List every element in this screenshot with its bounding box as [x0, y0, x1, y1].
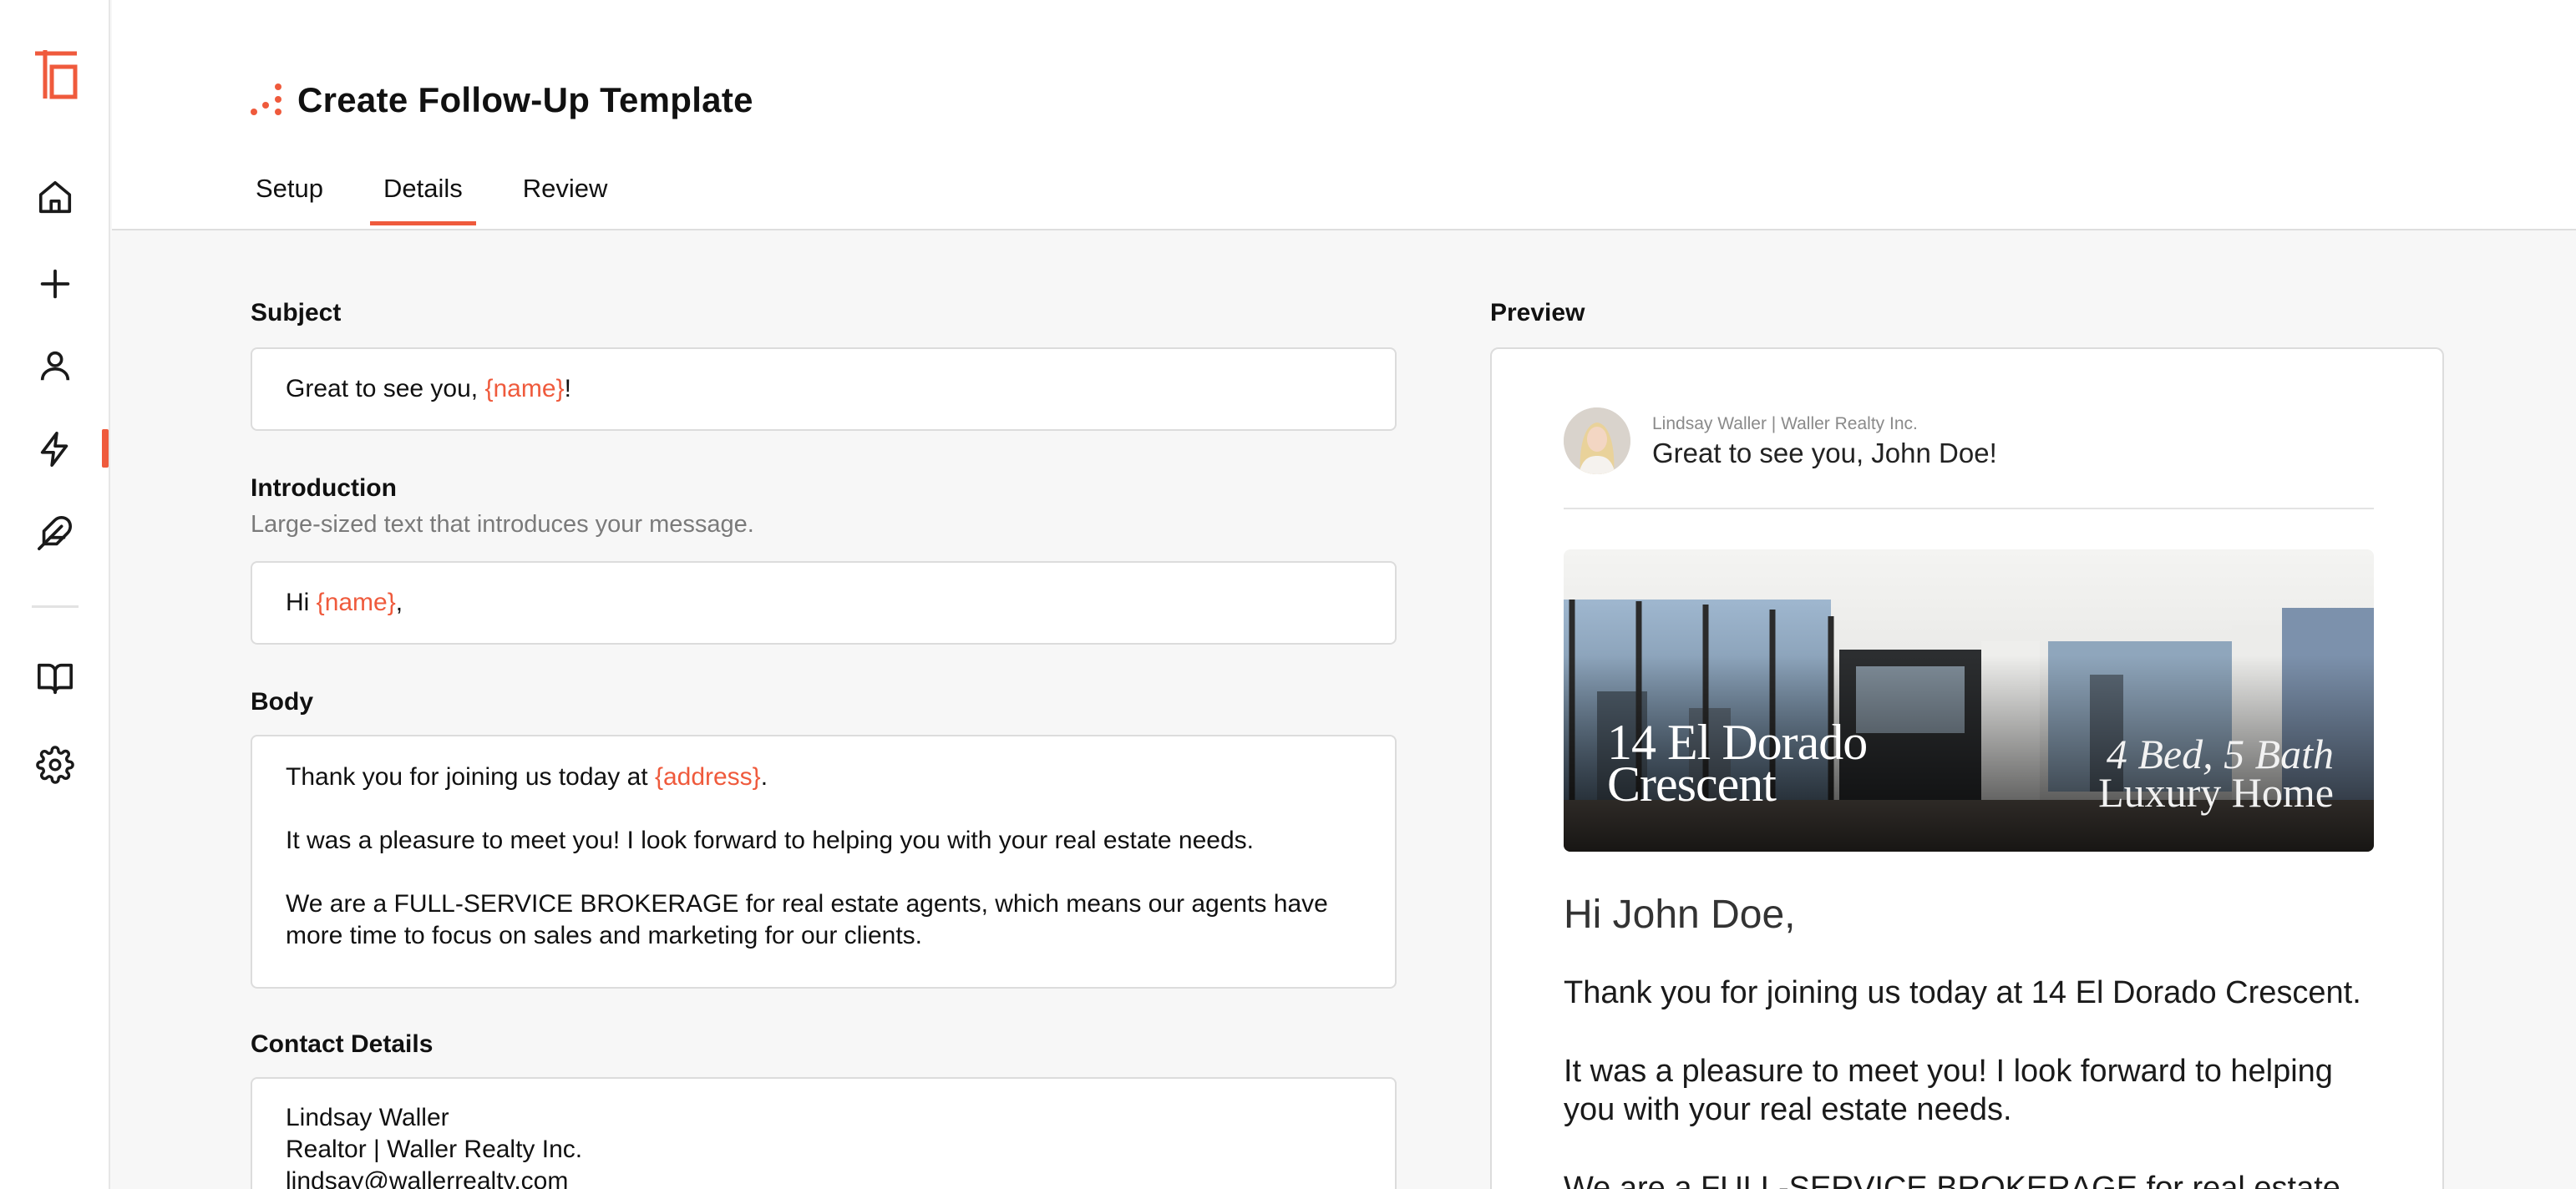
body-textarea[interactable]: Thank you for joining us today at {addre… — [251, 735, 1397, 989]
page-title: Create Follow-Up Template — [297, 80, 753, 119]
introduction-help: Large-sized text that introduces your me… — [251, 511, 754, 538]
sidebar-divider — [32, 605, 79, 608]
contact-name: Lindsay Waller — [286, 1104, 449, 1131]
hero-home-type: Luxury Home — [2098, 769, 2334, 816]
subject-label: Subject — [251, 299, 342, 326]
body-p1-prefix: Thank you for joining us today at — [286, 763, 655, 791]
property-hero-image: 14 El Dorado Crescent 4 Bed, 5 Bath Luxu… — [1564, 549, 2374, 852]
lightning-icon[interactable] — [33, 428, 77, 471]
active-nav-indicator — [102, 429, 109, 468]
contact-email: lindsay@wallerrealty.com — [286, 1167, 569, 1189]
body-paragraph-3: We are a FULL-SERVICE BROKERAGE for real… — [286, 890, 1328, 949]
contact-details-textarea[interactable]: Lindsay Waller Realtor | Waller Realty I… — [251, 1077, 1397, 1189]
preview-paragraph-2: It was a pleasure to meet you! I look fo… — [1564, 1054, 2333, 1127]
body-p1-suffix: . — [760, 763, 768, 791]
body-label: Body — [251, 688, 313, 716]
preview-subject: Great to see you, John Doe! — [1652, 438, 1997, 468]
email-preview: Lindsay Waller | Waller Realty Inc. Grea… — [1490, 347, 2444, 1189]
body-address-variable: {address} — [654, 763, 761, 791]
tab-details[interactable]: Details — [370, 164, 476, 225]
contact-title: Realtor | Waller Realty Inc. — [286, 1136, 583, 1163]
feather-icon[interactable] — [33, 511, 77, 554]
body-paragraph-2: It was a pleasure to meet you! I look fo… — [286, 827, 1254, 854]
user-icon[interactable] — [33, 344, 77, 387]
introduction-label: Introduction — [251, 474, 397, 502]
intro-text-suffix: , — [395, 589, 403, 616]
home-icon[interactable] — [33, 175, 77, 219]
tab-bar: Setup Details Review — [242, 164, 654, 225]
tab-setup[interactable]: Setup — [242, 164, 337, 224]
intro-name-variable: {name} — [316, 589, 396, 616]
preview-label: Preview — [1490, 299, 1585, 326]
title-row: Create Follow-Up Template — [251, 80, 753, 120]
hero-address: 14 El Dorado Crescent — [1607, 717, 1868, 809]
plus-icon[interactable] — [33, 262, 77, 306]
sender-line: Lindsay Waller | Waller Realty Inc. — [1652, 414, 1918, 433]
gear-icon[interactable] — [33, 743, 77, 787]
sidebar — [0, 0, 110, 1189]
subject-input[interactable]: Great to see you, {name}! — [251, 347, 1397, 431]
preview-greeting: Hi John Doe, — [1564, 893, 1796, 937]
preview-paragraph-1: Thank you for joining us today at 14 El … — [1564, 975, 2361, 1010]
introduction-input[interactable]: Hi {name}, — [251, 561, 1397, 645]
preview-paragraph-3: We are a FULL-SERVICE BROKERAGE for real… — [1564, 1171, 2340, 1189]
avatar — [1564, 407, 1630, 474]
tab-review[interactable]: Review — [510, 164, 621, 224]
subject-text-prefix: Great to see you, — [286, 375, 485, 402]
logo-icon[interactable] — [33, 48, 79, 100]
book-icon[interactable] — [33, 656, 77, 700]
intro-text-prefix: Hi — [286, 589, 317, 616]
dots-icon — [251, 83, 281, 115]
preview-divider — [1564, 508, 2374, 509]
body-paragraph-1: Thank you for joining us today at {addre… — [286, 761, 1362, 793]
page-header: Create Follow-Up Template Setup Details … — [112, 0, 2576, 230]
subject-name-variable: {name} — [484, 375, 565, 402]
subject-text-suffix: ! — [564, 375, 571, 402]
contact-details-label: Contact Details — [251, 1030, 434, 1058]
